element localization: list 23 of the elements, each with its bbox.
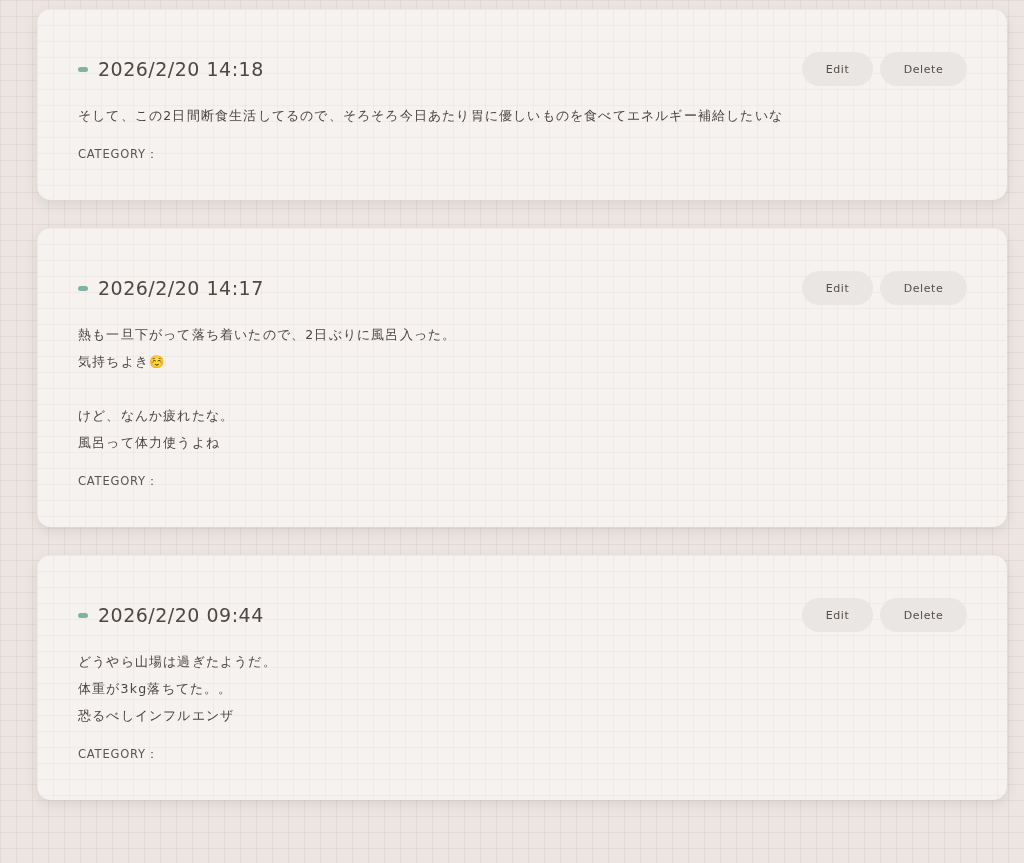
entry-text: そして、この2日間断食生活してるので、そろそろ今日あたり胃に優しいものを食べてエネルギー補給したいな [78, 107, 784, 125]
entry-text: 熱も一旦下がって落ち着いたので、2日ぶりに風呂入った。 [78, 326, 458, 344]
entry-timestamp: 2026/2/20 14:17 [98, 277, 264, 299]
category-label: CATEGORY： [78, 147, 160, 162]
dash-icon [78, 612, 88, 618]
edit-button[interactable]: Edit [802, 52, 873, 86]
category-label: CATEGORY： [78, 747, 160, 762]
dash-icon [78, 285, 88, 291]
entry-timestamp: 2026/2/20 09:44 [98, 604, 264, 626]
delete-button[interactable]: Delete [880, 52, 967, 86]
entry-text: 恐るべしインフルエンザ [78, 707, 236, 725]
entry-text: けど、なんか疲れたな。 [78, 407, 236, 425]
edit-button[interactable]: Edit [802, 598, 873, 632]
entry-timestamp: 2026/2/20 14:18 [98, 58, 264, 80]
entry-text: 風呂って体力使うよね [78, 434, 221, 452]
entry-text: 気持ちよき☺ [78, 353, 168, 371]
delete-button[interactable]: Delete [880, 271, 967, 305]
dash-icon [78, 66, 88, 72]
entry-text: 体重が3kg落ちてた。。 [78, 680, 234, 698]
category-label: CATEGORY： [78, 474, 160, 489]
edit-button[interactable]: Edit [802, 271, 873, 305]
delete-button[interactable]: Delete [880, 598, 967, 632]
entry-text: どうやら山場は過ぎたようだ。 [78, 653, 278, 671]
